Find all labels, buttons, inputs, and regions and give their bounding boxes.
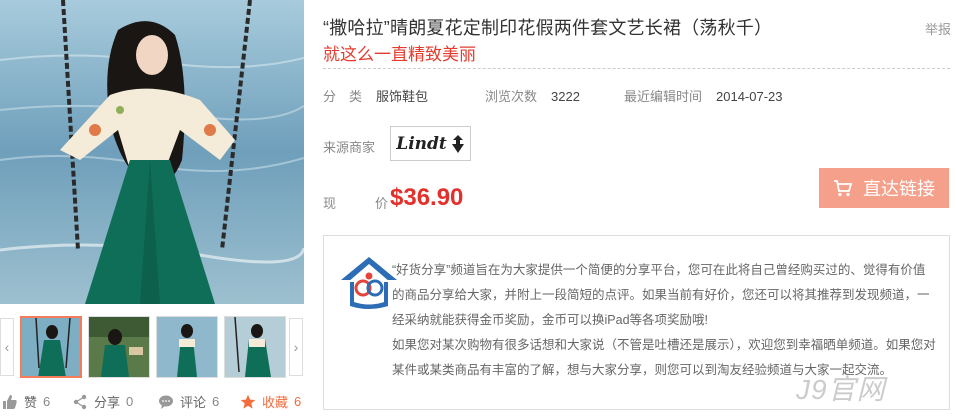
collect-button[interactable]: 收藏 6: [240, 392, 301, 411]
comment-label: 评论: [180, 395, 207, 410]
chevron-left-icon: ‹: [4, 339, 10, 355]
info-paragraph-1: “好货分享”频道旨在为大家提供一个简便的分享平台，您可在此将自己曾经购买过的、觉…: [392, 263, 930, 327]
views-label: 浏览次数: [485, 89, 538, 104]
cart-icon: [834, 180, 853, 197]
thumbnail-4[interactable]: [224, 316, 286, 378]
thumbnail-strip: ‹ ›: [0, 314, 304, 380]
product-main-image[interactable]: [0, 0, 304, 304]
direct-link-button[interactable]: 直达链接: [819, 168, 949, 208]
goods-share-logo-icon: [341, 257, 397, 309]
product-title: “撒哈拉”晴朗夏花定制印花假两件套文艺长裙（荡秋千）: [323, 18, 773, 38]
category-value[interactable]: 服饰鞋包: [376, 89, 428, 104]
thumbnail-image: [157, 317, 217, 377]
thumbnail-2[interactable]: [88, 316, 150, 378]
edited-value: 2014-07-23: [716, 89, 783, 104]
comment-button[interactable]: 评论 6: [158, 392, 219, 411]
chevron-right-icon: ›: [293, 339, 299, 355]
thumbnail-image: [225, 317, 285, 377]
thumbnail-prev-button[interactable]: ‹: [0, 318, 14, 376]
like-button[interactable]: 赞 6: [2, 392, 50, 411]
price-value: $36.90: [390, 184, 464, 211]
thumbnail-1[interactable]: [20, 316, 82, 378]
thumbnail-image: [22, 318, 80, 376]
product-photo: [0, 0, 304, 304]
social-actions: 赞 6 分享 0 评论 6 收藏 6: [0, 388, 310, 414]
report-link[interactable]: 举报: [925, 19, 951, 38]
like-count: 6: [43, 394, 51, 409]
comment-icon: [159, 395, 173, 409]
share-button[interactable]: 分享 0: [72, 392, 133, 411]
product-subtitle: 就这么一直精致美丽: [323, 45, 476, 64]
edited-meta: 最近编辑时间 2014-07-23: [624, 86, 783, 105]
star-icon: [240, 394, 256, 409]
collect-count: 6: [294, 394, 302, 409]
divider: [323, 68, 950, 69]
comment-count: 6: [212, 394, 220, 409]
info-text: “好货分享”频道旨在为大家提供一个简便的分享平台，您可在此将自己曾经购买过的、觉…: [392, 258, 937, 383]
source-label: 来源商家: [323, 140, 376, 155]
merchant-emblem-icon: [451, 134, 464, 153]
share-count: 0: [126, 394, 134, 409]
views-meta: 浏览次数 3222: [485, 86, 580, 105]
category-meta: 分 类服饰鞋包: [323, 86, 428, 105]
share-icon: [73, 394, 87, 409]
direct-link-label: 直达链接: [863, 179, 935, 199]
thumbnail-3[interactable]: [156, 316, 218, 378]
thumbnail-next-button[interactable]: ›: [289, 318, 303, 376]
merchant-logo[interactable]: Lindt: [390, 126, 471, 161]
category-label: 分 类: [323, 89, 363, 104]
like-label: 赞: [24, 395, 38, 410]
share-label: 分享: [94, 395, 121, 410]
thumbs-up-icon: [3, 394, 17, 409]
edited-label: 最近编辑时间: [624, 89, 703, 104]
views-value: 3222: [551, 89, 580, 104]
site-watermark: J9官网: [796, 374, 886, 405]
collect-label: 收藏: [262, 395, 289, 410]
thumbnail-image: [89, 317, 149, 377]
merchant-brand: Lindt: [396, 133, 447, 154]
